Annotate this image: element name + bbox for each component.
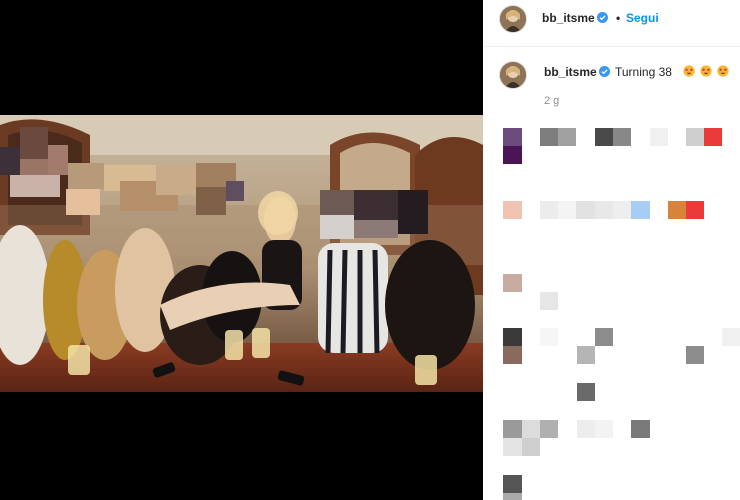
pixel-block bbox=[595, 328, 613, 346]
pixel-block bbox=[686, 128, 704, 146]
pixel-block bbox=[540, 201, 558, 219]
pixel-block bbox=[668, 201, 686, 219]
pixel-block bbox=[522, 420, 540, 438]
pixel-block bbox=[522, 438, 540, 456]
follow-button[interactable]: Segui bbox=[626, 11, 659, 25]
pixel-block bbox=[577, 383, 595, 401]
pixel-block bbox=[503, 346, 522, 364]
caption-text: Turning 38 bbox=[615, 65, 672, 79]
pixel-block bbox=[686, 201, 704, 219]
post-sidebar: bb_itsme • Segui bb_itsme Turning 38 2 g bbox=[483, 0, 740, 500]
pixel-block bbox=[613, 128, 631, 146]
pixel-block bbox=[650, 128, 668, 146]
star-struck-emoji-icon bbox=[717, 65, 729, 77]
avatar-photo bbox=[500, 62, 526, 88]
pixel-block bbox=[503, 274, 522, 292]
pixel-block bbox=[577, 420, 595, 438]
pixel-block bbox=[722, 328, 740, 346]
pixel-block bbox=[503, 328, 522, 346]
header-username[interactable]: bb_itsme bbox=[542, 11, 595, 25]
pixel-block bbox=[503, 201, 522, 219]
header-separator: • bbox=[616, 11, 621, 25]
pixel-block bbox=[540, 420, 558, 438]
avatar-photo bbox=[500, 6, 526, 32]
pixel-block bbox=[577, 346, 595, 364]
pixel-block bbox=[503, 146, 522, 164]
star-struck-emoji-icon bbox=[700, 65, 712, 77]
pixel-block bbox=[576, 201, 595, 219]
pixel-block bbox=[503, 475, 522, 493]
pixel-block bbox=[704, 128, 722, 146]
pixel-block bbox=[558, 201, 576, 219]
pixel-block bbox=[613, 201, 631, 219]
pixel-block bbox=[558, 128, 576, 146]
avatar[interactable] bbox=[499, 5, 527, 33]
pixel-block bbox=[503, 420, 522, 438]
caption-avatar[interactable] bbox=[499, 61, 527, 89]
star-struck-emoji-icon bbox=[683, 65, 695, 77]
pixel-block bbox=[595, 128, 613, 146]
caption-username[interactable]: bb_itsme bbox=[544, 65, 597, 79]
pixel-block bbox=[540, 328, 558, 346]
post-photo[interactable] bbox=[0, 115, 483, 392]
pixel-block bbox=[595, 201, 613, 219]
pixel-block bbox=[503, 493, 522, 500]
verified-badge-icon bbox=[597, 12, 608, 23]
pixel-block bbox=[631, 201, 650, 219]
pixel-block bbox=[595, 420, 613, 438]
pixel-block bbox=[540, 128, 558, 146]
pixel-block bbox=[503, 128, 522, 146]
verified-badge-icon bbox=[599, 66, 610, 77]
pixel-block bbox=[503, 438, 522, 456]
party-photo-image bbox=[0, 115, 483, 392]
pixel-block bbox=[631, 420, 650, 438]
post-timestamp: 2 g bbox=[544, 95, 560, 107]
pixel-block bbox=[686, 346, 704, 364]
post-header: bb_itsme • Segui bbox=[483, 0, 740, 47]
post-media-pane bbox=[0, 0, 483, 500]
pixel-block bbox=[540, 292, 558, 310]
